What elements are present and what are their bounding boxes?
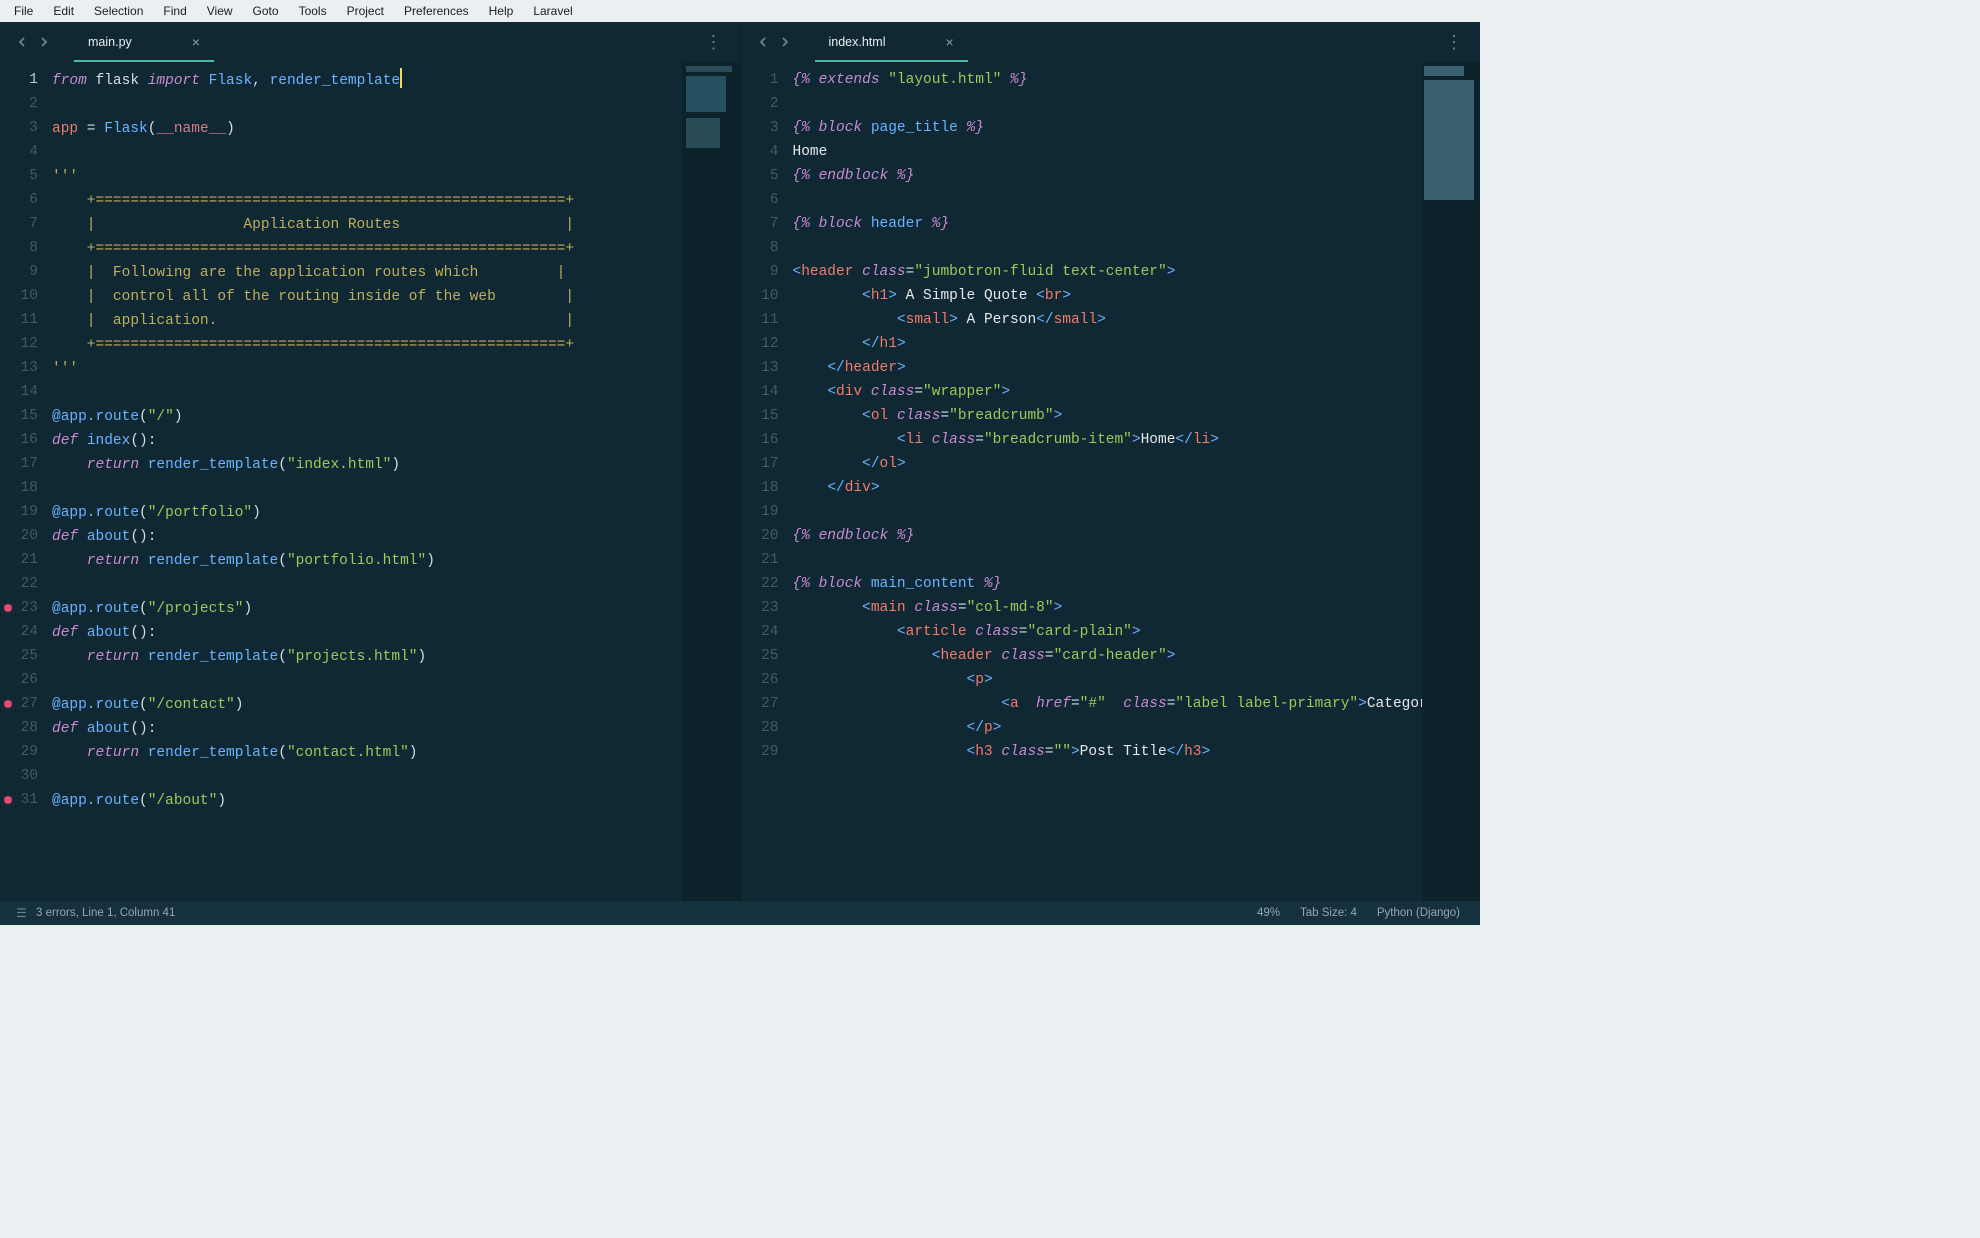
menu-file[interactable]: File — [4, 4, 43, 18]
gutter-right[interactable]: 1234567891011121314151617181920212223242… — [741, 62, 789, 901]
menu-tools[interactable]: Tools — [289, 4, 337, 18]
menu-project[interactable]: Project — [337, 4, 394, 18]
tab-row-right: index.html × ⋮ — [741, 22, 1481, 62]
minimap-right[interactable] — [1422, 62, 1480, 901]
code-right[interactable]: {% extends "layout.html" %} {% block pag… — [789, 62, 1423, 901]
menu-preferences[interactable]: Preferences — [394, 4, 479, 18]
menu-view[interactable]: View — [197, 4, 243, 18]
tab-index-html[interactable]: index.html × — [815, 22, 968, 62]
tab-label: index.html — [829, 35, 886, 49]
status-percent[interactable]: 49% — [1247, 907, 1290, 919]
editor-pane-left: main.py × ⋮ 1234567891011121314151617181… — [0, 22, 740, 901]
tab-label: main.py — [88, 35, 132, 49]
status-menu-icon[interactable]: ☰ — [10, 906, 26, 920]
menu-edit[interactable]: Edit — [43, 4, 84, 18]
menu-help[interactable]: Help — [479, 4, 524, 18]
tab-overflow-icon[interactable]: ⋮ — [1445, 32, 1464, 53]
menu-goto[interactable]: Goto — [243, 4, 289, 18]
status-tab-size[interactable]: Tab Size: 4 — [1290, 907, 1367, 919]
code-left[interactable]: from flask import Flask, render_template… — [48, 62, 682, 901]
status-bar: ☰ 3 errors, Line 1, Column 41 49% Tab Si… — [0, 901, 1480, 925]
gutter-left[interactable]: 1234567891011121314151617181920212223242… — [0, 62, 48, 901]
menu-laravel[interactable]: Laravel — [523, 4, 582, 18]
editor-pane-right: index.html × ⋮ 1234567891011121314151617… — [740, 22, 1481, 901]
tab-main-py[interactable]: main.py × — [74, 22, 214, 62]
menu-find[interactable]: Find — [153, 4, 196, 18]
close-icon[interactable]: × — [192, 34, 200, 50]
close-icon[interactable]: × — [945, 34, 953, 50]
status-errors[interactable]: 3 errors, Line 1, Column 41 — [26, 907, 185, 919]
menu-selection[interactable]: Selection — [84, 4, 153, 18]
minimap-left[interactable] — [682, 62, 740, 901]
nav-back-button[interactable] — [12, 32, 32, 52]
tab-row-left: main.py × ⋮ — [0, 22, 740, 62]
nav-back-button[interactable] — [753, 32, 773, 52]
tab-overflow-icon[interactable]: ⋮ — [705, 32, 724, 53]
nav-forward-button[interactable] — [34, 32, 54, 52]
nav-forward-button[interactable] — [775, 32, 795, 52]
status-language[interactable]: Python (Django) — [1367, 907, 1470, 919]
menubar: FileEditSelectionFindViewGotoToolsProjec… — [0, 0, 1480, 22]
